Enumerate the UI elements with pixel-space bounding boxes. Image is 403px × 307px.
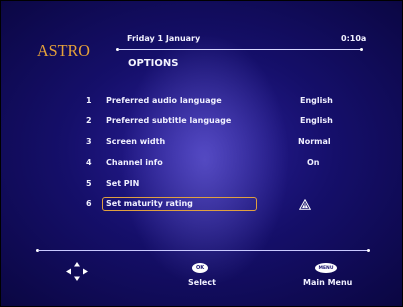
menu-item-maturity-rating[interactable]: 6 Set maturity rating	[0, 199, 403, 213]
header-time: 0:10a	[341, 34, 367, 43]
menu-button-label: Main Menu	[303, 278, 353, 287]
header-date: Friday 1 January	[127, 34, 201, 43]
menu-item-value: English	[300, 96, 333, 105]
menu-item-screen-width[interactable]: 3 Screen width Normal	[0, 137, 403, 151]
menu-item-channel-info[interactable]: 4 Channel info On	[0, 158, 403, 172]
menu-item-label: Screen width	[106, 137, 166, 146]
ok-button[interactable]: OK	[192, 263, 208, 273]
navigation-arrows-icon[interactable]	[66, 262, 88, 282]
page-title: OPTIONS	[128, 58, 179, 69]
footer-line-dot-right	[367, 249, 370, 252]
menu-item-audio-language[interactable]: 1 Preferred audio language English	[0, 96, 403, 110]
header-line-dot-right	[360, 48, 363, 51]
menu-item-value: English	[300, 116, 333, 125]
header-divider	[118, 49, 361, 50]
menu-button[interactable]: MENU	[315, 263, 337, 273]
ok-button-label: Select	[188, 278, 216, 287]
menu-item-number: 3	[86, 137, 92, 146]
menu-item-number: 1	[86, 96, 92, 105]
menu-item-subtitle-language[interactable]: 2 Preferred subtitle language English	[0, 116, 403, 130]
menu-item-value: Normal	[298, 137, 331, 146]
menu-item-value: On	[307, 158, 320, 167]
menu-item-number: 2	[86, 116, 92, 125]
warning-icon	[299, 199, 311, 210]
menu-item-number: 5	[86, 179, 92, 188]
menu-item-label: Preferred subtitle language	[106, 116, 232, 125]
menu-item-label: Set PIN	[106, 179, 140, 188]
menu-item-number: 6	[86, 199, 92, 208]
menu-item-label: Set maturity rating	[106, 199, 193, 208]
menu-item-label: Channel info	[106, 158, 163, 167]
menu-item-number: 4	[86, 158, 92, 167]
menu-item-label: Preferred audio language	[106, 96, 222, 105]
brand-logo: ASTRO	[37, 41, 90, 60]
menu-item-set-pin[interactable]: 5 Set PIN	[0, 179, 403, 193]
footer-divider	[38, 250, 368, 251]
